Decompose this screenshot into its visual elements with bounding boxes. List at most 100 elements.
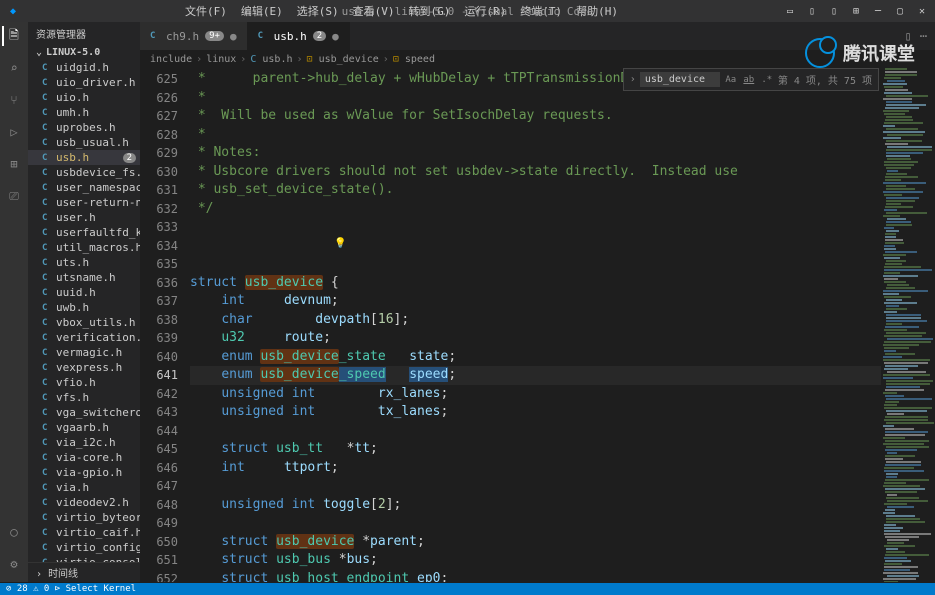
c-file-icon: C xyxy=(42,513,52,523)
debug-icon[interactable]: ▷ xyxy=(4,122,24,142)
file-item[interactable]: Cvfs.h xyxy=(28,390,140,405)
maximize-icon[interactable]: ▢ xyxy=(893,4,907,18)
file-item[interactable]: Cvia_i2c.h xyxy=(28,435,140,450)
layout-icon[interactable]: ▯ xyxy=(805,4,819,18)
window-title: usb.h - linux-5.0 - Visual Studio Code xyxy=(342,5,594,18)
file-item[interactable]: Cutil_macros.h xyxy=(28,240,140,255)
vscode-icon: ◆ xyxy=(6,4,20,18)
c-file-icon: C xyxy=(42,228,52,238)
statusbar: ⊘ 28 ⚠ 0 ⊳ Select Kernel xyxy=(0,583,935,595)
breadcrumb-item[interactable]: ⊡ usb_device xyxy=(307,54,379,65)
breadcrumb-item[interactable]: C usb.h xyxy=(250,54,292,65)
editor-area: Cch9.h9+●Cusb.h2●▯⋯ include›linux›C usb.… xyxy=(140,22,935,582)
settings-icon[interactable]: ⚙ xyxy=(4,554,24,574)
file-item[interactable]: Cuuid.h xyxy=(28,285,140,300)
tab-badge: 2 xyxy=(313,31,326,41)
file-item[interactable]: Cvirtio_caif.h xyxy=(28,525,140,540)
find-result: 第 4 项, 共 75 项 xyxy=(778,72,872,87)
file-item[interactable]: Cvirtio_console.h xyxy=(28,555,140,562)
remote-icon[interactable]: ⎚ xyxy=(4,186,24,206)
file-item[interactable]: Cvgaarb.h xyxy=(28,420,140,435)
close-icon[interactable]: ● xyxy=(230,30,237,43)
c-file-icon: C xyxy=(42,288,52,298)
file-item[interactable]: Cvia-gpio.h xyxy=(28,465,140,480)
file-item[interactable]: Cvbox_utils.h xyxy=(28,315,140,330)
file-item[interactable]: Cuwb.h xyxy=(28,300,140,315)
file-item[interactable]: Cutsname.h xyxy=(28,270,140,285)
file-item[interactable]: Cuio_driver.h xyxy=(28,75,140,90)
c-file-icon: C xyxy=(42,138,52,148)
split-icon[interactable]: ▯ xyxy=(905,29,912,43)
c-file-icon: C xyxy=(42,63,52,73)
tab[interactable]: Cch9.h9+● xyxy=(140,22,248,50)
file-item[interactable]: Cvia.h xyxy=(28,480,140,495)
tabs: Cch9.h9+●Cusb.h2●▯⋯ xyxy=(140,22,935,50)
explorer-icon[interactable]: 🗎 xyxy=(2,26,22,46)
file-item[interactable]: Cuser-return-notifier.h xyxy=(28,195,140,210)
c-file-icon: C xyxy=(42,498,52,508)
tab[interactable]: Cusb.h2● xyxy=(248,22,350,50)
file-item[interactable]: Cuio.h xyxy=(28,90,140,105)
c-file-icon: C xyxy=(258,31,268,41)
file-item[interactable]: Cuser_namespace.h xyxy=(28,180,140,195)
c-file-icon: C xyxy=(42,333,52,343)
file-item[interactable]: Cvirtio_byteorder.h xyxy=(28,510,140,525)
menu-item[interactable]: 选择(S) xyxy=(291,1,345,21)
close-icon[interactable]: ✕ xyxy=(915,4,929,18)
file-item[interactable]: Cusb_usual.h xyxy=(28,135,140,150)
layout-icon[interactable]: ▯ xyxy=(827,4,841,18)
c-file-icon: C xyxy=(42,483,52,493)
menu-item[interactable]: 编辑(E) xyxy=(235,1,289,21)
editor-content[interactable]: › Aa ab .* 第 4 项, 共 75 项 625626627628629… xyxy=(140,68,935,582)
titlebar: ◆ 文件(F)编辑(E)选择(S)查看(V)转到(G)运行(R)终端(T)帮助(… xyxy=(0,0,935,22)
account-icon[interactable]: ◯ xyxy=(4,522,24,542)
breadcrumb[interactable]: include›linux›C usb.h›⊡ usb_device›⊡ spe… xyxy=(140,50,935,68)
word-icon[interactable]: ab xyxy=(742,73,756,87)
file-badge: 2 xyxy=(123,153,136,163)
file-item[interactable]: Cusb.h2 xyxy=(28,150,140,165)
file-item[interactable]: Cvermagic.h xyxy=(28,345,140,360)
minimize-icon[interactable]: ─ xyxy=(871,4,885,18)
menubar: ◆ xyxy=(6,4,20,18)
file-item[interactable]: Cvia-core.h xyxy=(28,450,140,465)
gutter: 6256266276286296306316326336346356366376… xyxy=(140,68,190,582)
code[interactable]: * parent->hub_delay + wHubDelay + tTPTra… xyxy=(190,68,881,582)
file-item[interactable]: Cvideodev2.h xyxy=(28,495,140,510)
close-icon[interactable]: ● xyxy=(332,30,339,43)
file-item[interactable]: Cvfio.h xyxy=(28,375,140,390)
file-item[interactable]: Cuser.h xyxy=(28,210,140,225)
layout-icon[interactable]: ▭ xyxy=(783,4,797,18)
search-icon[interactable]: ⌕ xyxy=(4,58,24,78)
window-controls: ▭ ▯ ▯ ⊞ ─ ▢ ✕ xyxy=(783,4,929,18)
status-left[interactable]: ⊘ 28 ⚠ 0 ⊳ Select Kernel xyxy=(6,584,136,594)
file-item[interactable]: Cvga_switcheroo.h xyxy=(28,405,140,420)
breadcrumb-item[interactable]: linux xyxy=(206,54,236,65)
project-title[interactable]: ⌄ LINUX-5.0 xyxy=(28,45,140,60)
regex-icon[interactable]: .* xyxy=(760,73,774,87)
scm-icon[interactable]: ⑂ xyxy=(4,90,24,110)
more-icon[interactable]: ⋯ xyxy=(920,29,927,43)
sidebar: 资源管理器 ⌄ LINUX-5.0 Cuidgid.hCuio_driver.h… xyxy=(28,22,140,582)
file-item[interactable]: Cuserfaultfd_k.h xyxy=(28,225,140,240)
extensions-icon[interactable]: ⊞ xyxy=(4,154,24,174)
breadcrumb-item[interactable]: include xyxy=(150,54,192,65)
case-icon[interactable]: Aa xyxy=(724,73,738,87)
file-item[interactable]: Cusbdevice_fs.h xyxy=(28,165,140,180)
file-item[interactable]: Cverification.h xyxy=(28,330,140,345)
lightbulb-icon[interactable]: 💡 xyxy=(334,238,346,249)
timeline-section[interactable]: › 时间线 xyxy=(28,562,140,582)
file-item[interactable]: Cumh.h xyxy=(28,105,140,120)
layout-icon[interactable]: ⊞ xyxy=(849,4,863,18)
file-item[interactable]: Cvirtio_config.h xyxy=(28,540,140,555)
find-input[interactable] xyxy=(640,72,720,87)
chevron-right-icon[interactable]: › xyxy=(630,74,636,85)
file-item[interactable]: Cuts.h xyxy=(28,255,140,270)
file-item[interactable]: Cuidgid.h xyxy=(28,60,140,75)
tab-badge: 9+ xyxy=(205,31,224,41)
menu-item[interactable]: 文件(F) xyxy=(179,1,233,21)
minimap[interactable] xyxy=(881,68,935,582)
file-item[interactable]: Cuprobes.h xyxy=(28,120,140,135)
breadcrumb-item[interactable]: ⊡ speed xyxy=(393,54,435,65)
c-file-icon: C xyxy=(42,318,52,328)
file-item[interactable]: Cvexpress.h xyxy=(28,360,140,375)
